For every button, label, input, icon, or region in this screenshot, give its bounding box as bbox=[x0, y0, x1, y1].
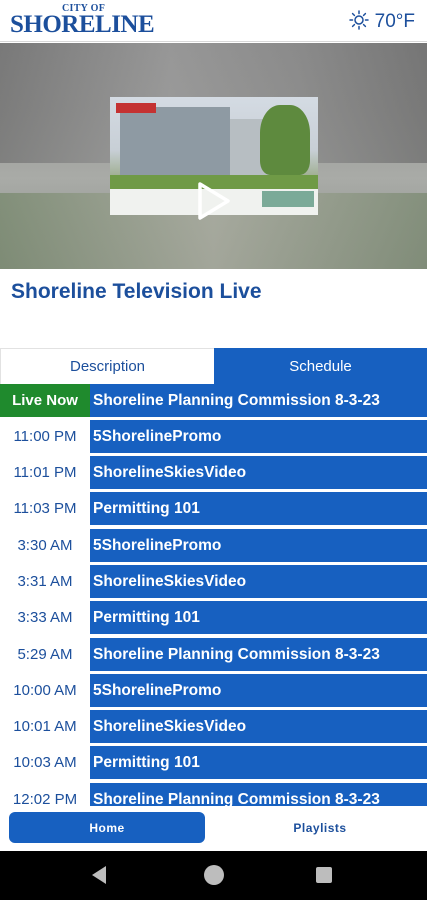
schedule-time: 3:31 AM bbox=[17, 573, 73, 590]
tab-bar: Description Schedule bbox=[0, 348, 427, 384]
schedule-time: 5:29 AM bbox=[17, 646, 73, 663]
schedule-time: 3:30 AM bbox=[17, 537, 73, 554]
program-title[interactable]: ShorelineSkiesVideo bbox=[90, 456, 427, 489]
logo-big-text: SHORELINE bbox=[10, 11, 155, 38]
program-title[interactable]: Permitting 101 bbox=[90, 601, 427, 634]
temperature-text: 70°F bbox=[374, 11, 415, 32]
schedule-row[interactable]: Live Now Shoreline Planning Commission 8… bbox=[0, 384, 427, 417]
schedule-time: 10:03 AM bbox=[13, 754, 77, 771]
program-title[interactable]: Permitting 101 bbox=[90, 746, 427, 779]
program-title[interactable]: 5ShorelinePromo bbox=[90, 674, 427, 707]
android-system-bar bbox=[0, 851, 427, 900]
schedule-row[interactable]: 11:01 PM ShorelineSkiesVideo bbox=[0, 456, 427, 489]
program-title[interactable]: Shoreline Planning Commission 8-3-23 bbox=[90, 783, 427, 806]
schedule-row[interactable]: 12:02 PM Shoreline Planning Commission 8… bbox=[0, 783, 427, 806]
play-icon[interactable] bbox=[196, 181, 232, 226]
home-circle-icon[interactable] bbox=[204, 865, 224, 885]
thumbnail-city-logo bbox=[262, 191, 314, 207]
tab-description[interactable]: Description bbox=[0, 348, 214, 384]
schedule-row[interactable]: 10:00 AM 5ShorelinePromo bbox=[0, 674, 427, 707]
back-icon[interactable] bbox=[92, 866, 106, 884]
video-player[interactable] bbox=[0, 43, 427, 269]
playlists-nav-button[interactable]: Playlists bbox=[222, 812, 418, 843]
program-title[interactable]: Shoreline Planning Commission 8-3-23 bbox=[90, 384, 427, 417]
schedule-row[interactable]: 5:29 AM Shoreline Planning Commission 8-… bbox=[0, 638, 427, 671]
sun-icon bbox=[348, 9, 369, 35]
schedule-time: 12:02 PM bbox=[12, 791, 78, 806]
schedule-row[interactable]: 3:31 AM ShorelineSkiesVideo bbox=[0, 565, 427, 598]
recent-apps-icon[interactable] bbox=[316, 867, 332, 883]
bottom-navigation: Home Playlists bbox=[0, 806, 427, 851]
schedule-row[interactable]: 11:00 PM 5ShorelinePromo bbox=[0, 420, 427, 453]
program-title[interactable]: ShorelineSkiesVideo bbox=[90, 565, 427, 598]
app-header: CITY OF SHORELINE 70°F bbox=[0, 0, 427, 42]
page-title: Shoreline Television Live bbox=[11, 280, 262, 303]
schedule-time: 11:01 PM bbox=[13, 464, 77, 481]
program-title[interactable]: 5ShorelinePromo bbox=[90, 420, 427, 453]
home-nav-button[interactable]: Home bbox=[9, 812, 205, 843]
program-title[interactable]: 5ShorelinePromo bbox=[90, 529, 427, 562]
schedule-time: 11:00 PM bbox=[13, 428, 77, 445]
schedule-row[interactable]: 3:30 AM 5ShorelinePromo bbox=[0, 529, 427, 562]
program-title[interactable]: Permitting 101 bbox=[90, 492, 427, 525]
schedule-row[interactable]: 10:03 AM Permitting 101 bbox=[0, 746, 427, 779]
schedule-list[interactable]: Live Now Shoreline Planning Commission 8… bbox=[0, 384, 427, 806]
schedule-row[interactable]: 3:33 AM Permitting 101 bbox=[0, 601, 427, 634]
program-title[interactable]: ShorelineSkiesVideo bbox=[90, 710, 427, 743]
schedule-row[interactable]: 10:01 AM ShorelineSkiesVideo bbox=[0, 710, 427, 743]
city-logo[interactable]: CITY OF SHORELINE bbox=[10, 3, 170, 39]
schedule-time: 10:00 AM bbox=[13, 682, 77, 699]
schedule-time: 3:33 AM bbox=[17, 609, 73, 626]
schedule-time: 11:03 PM bbox=[13, 500, 77, 517]
thumbnail-channel-tag bbox=[116, 103, 156, 113]
program-title[interactable]: Shoreline Planning Commission 8-3-23 bbox=[90, 638, 427, 671]
app-screen: CITY OF SHORELINE 70°F Shoreline Televis… bbox=[0, 0, 427, 900]
thumbnail-building bbox=[120, 107, 230, 177]
weather-widget: 70°F bbox=[348, 9, 415, 35]
tab-schedule[interactable]: Schedule bbox=[214, 348, 427, 384]
live-now-badge: Live Now bbox=[0, 384, 90, 417]
thumbnail-tree bbox=[260, 105, 310, 175]
schedule-row[interactable]: 11:03 PM Permitting 101 bbox=[0, 492, 427, 525]
schedule-time: 10:01 AM bbox=[13, 718, 77, 735]
